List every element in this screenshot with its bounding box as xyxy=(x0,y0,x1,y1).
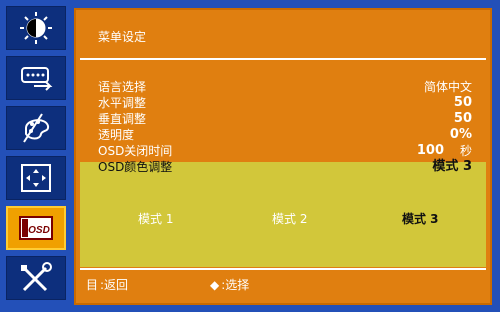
sidebar-item-brightness[interactable] xyxy=(6,6,66,50)
osd-screen: OSD 菜单设定 语言选择 简体中文 水平调整 50 垂直调整 50 透明度 0… xyxy=(0,0,500,312)
sidebar-item-osd[interactable]: OSD xyxy=(6,206,66,250)
osd-icon-text: OSD xyxy=(28,225,50,236)
row-value: 模式 3 xyxy=(432,159,472,174)
mode-options: 模式 1 模式 2 模式 3 xyxy=(76,210,490,226)
menu-row-osd-timeout[interactable]: OSD关闭时间 100 秒 xyxy=(98,143,472,159)
menu-key-icon: 目 xyxy=(86,278,99,292)
up-down-arrow-icon: ◆ xyxy=(210,278,220,292)
title-divider xyxy=(80,58,486,60)
row-label: OSD颜色调整 xyxy=(98,160,173,174)
sidebar-item-tools[interactable] xyxy=(6,256,66,300)
tools-icon xyxy=(21,262,52,292)
osd-menu-panel: 菜单设定 语言选择 简体中文 水平调整 50 垂直调整 50 透明度 0% OS… xyxy=(74,8,492,305)
osd-sidebar: OSD xyxy=(6,6,66,306)
row-value: 50 xyxy=(453,95,472,110)
row-label: 垂直调整 xyxy=(98,112,147,126)
back-hint[interactable]: 目 :返回 xyxy=(86,275,128,295)
row-unit: 秒 xyxy=(459,144,472,158)
row-label: 语言选择 xyxy=(98,80,147,94)
back-label: :返回 xyxy=(100,278,129,292)
mode-option-3[interactable]: 模式 3 xyxy=(402,210,439,227)
footer-divider xyxy=(80,268,486,270)
sidebar-item-input[interactable] xyxy=(6,56,66,100)
mode-option-1[interactable]: 模式 1 xyxy=(138,210,173,227)
row-label: 水平调整 xyxy=(98,96,147,110)
row-label: 透明度 xyxy=(98,128,135,142)
menu-row-v-position[interactable]: 垂直调整 50 xyxy=(98,111,472,127)
menu-row-transparency[interactable]: 透明度 0% xyxy=(98,127,472,143)
row-value: 0% xyxy=(449,127,472,142)
osd-settings-icon: OSD xyxy=(19,216,53,240)
row-value: 50 xyxy=(453,111,472,126)
image-position-icon xyxy=(21,164,51,192)
row-value: 100 xyxy=(416,143,444,158)
sidebar-item-color[interactable] xyxy=(6,106,66,150)
menu-title: 菜单设定 xyxy=(98,30,147,44)
menu-row-language[interactable]: 语言选择 简体中文 xyxy=(98,80,472,94)
select-hint[interactable]: ◆ :选择 xyxy=(210,275,249,295)
menu-row-h-position[interactable]: 水平调整 50 xyxy=(98,95,472,111)
color-palette-icon xyxy=(23,113,50,143)
menu-row-osd-color[interactable]: OSD颜色调整 模式 3 xyxy=(98,159,472,175)
brightness-icon xyxy=(20,12,52,44)
select-label: :选择 xyxy=(221,278,250,292)
row-value: 简体中文 xyxy=(423,80,472,94)
osd-footer: 目 :返回 ◆ :选择 xyxy=(86,275,480,295)
mode-option-2[interactable]: 模式 2 xyxy=(272,210,307,227)
input-source-icon xyxy=(21,67,53,91)
sidebar-item-position[interactable] xyxy=(6,156,66,200)
row-label: OSD关闭时间 xyxy=(98,144,173,158)
